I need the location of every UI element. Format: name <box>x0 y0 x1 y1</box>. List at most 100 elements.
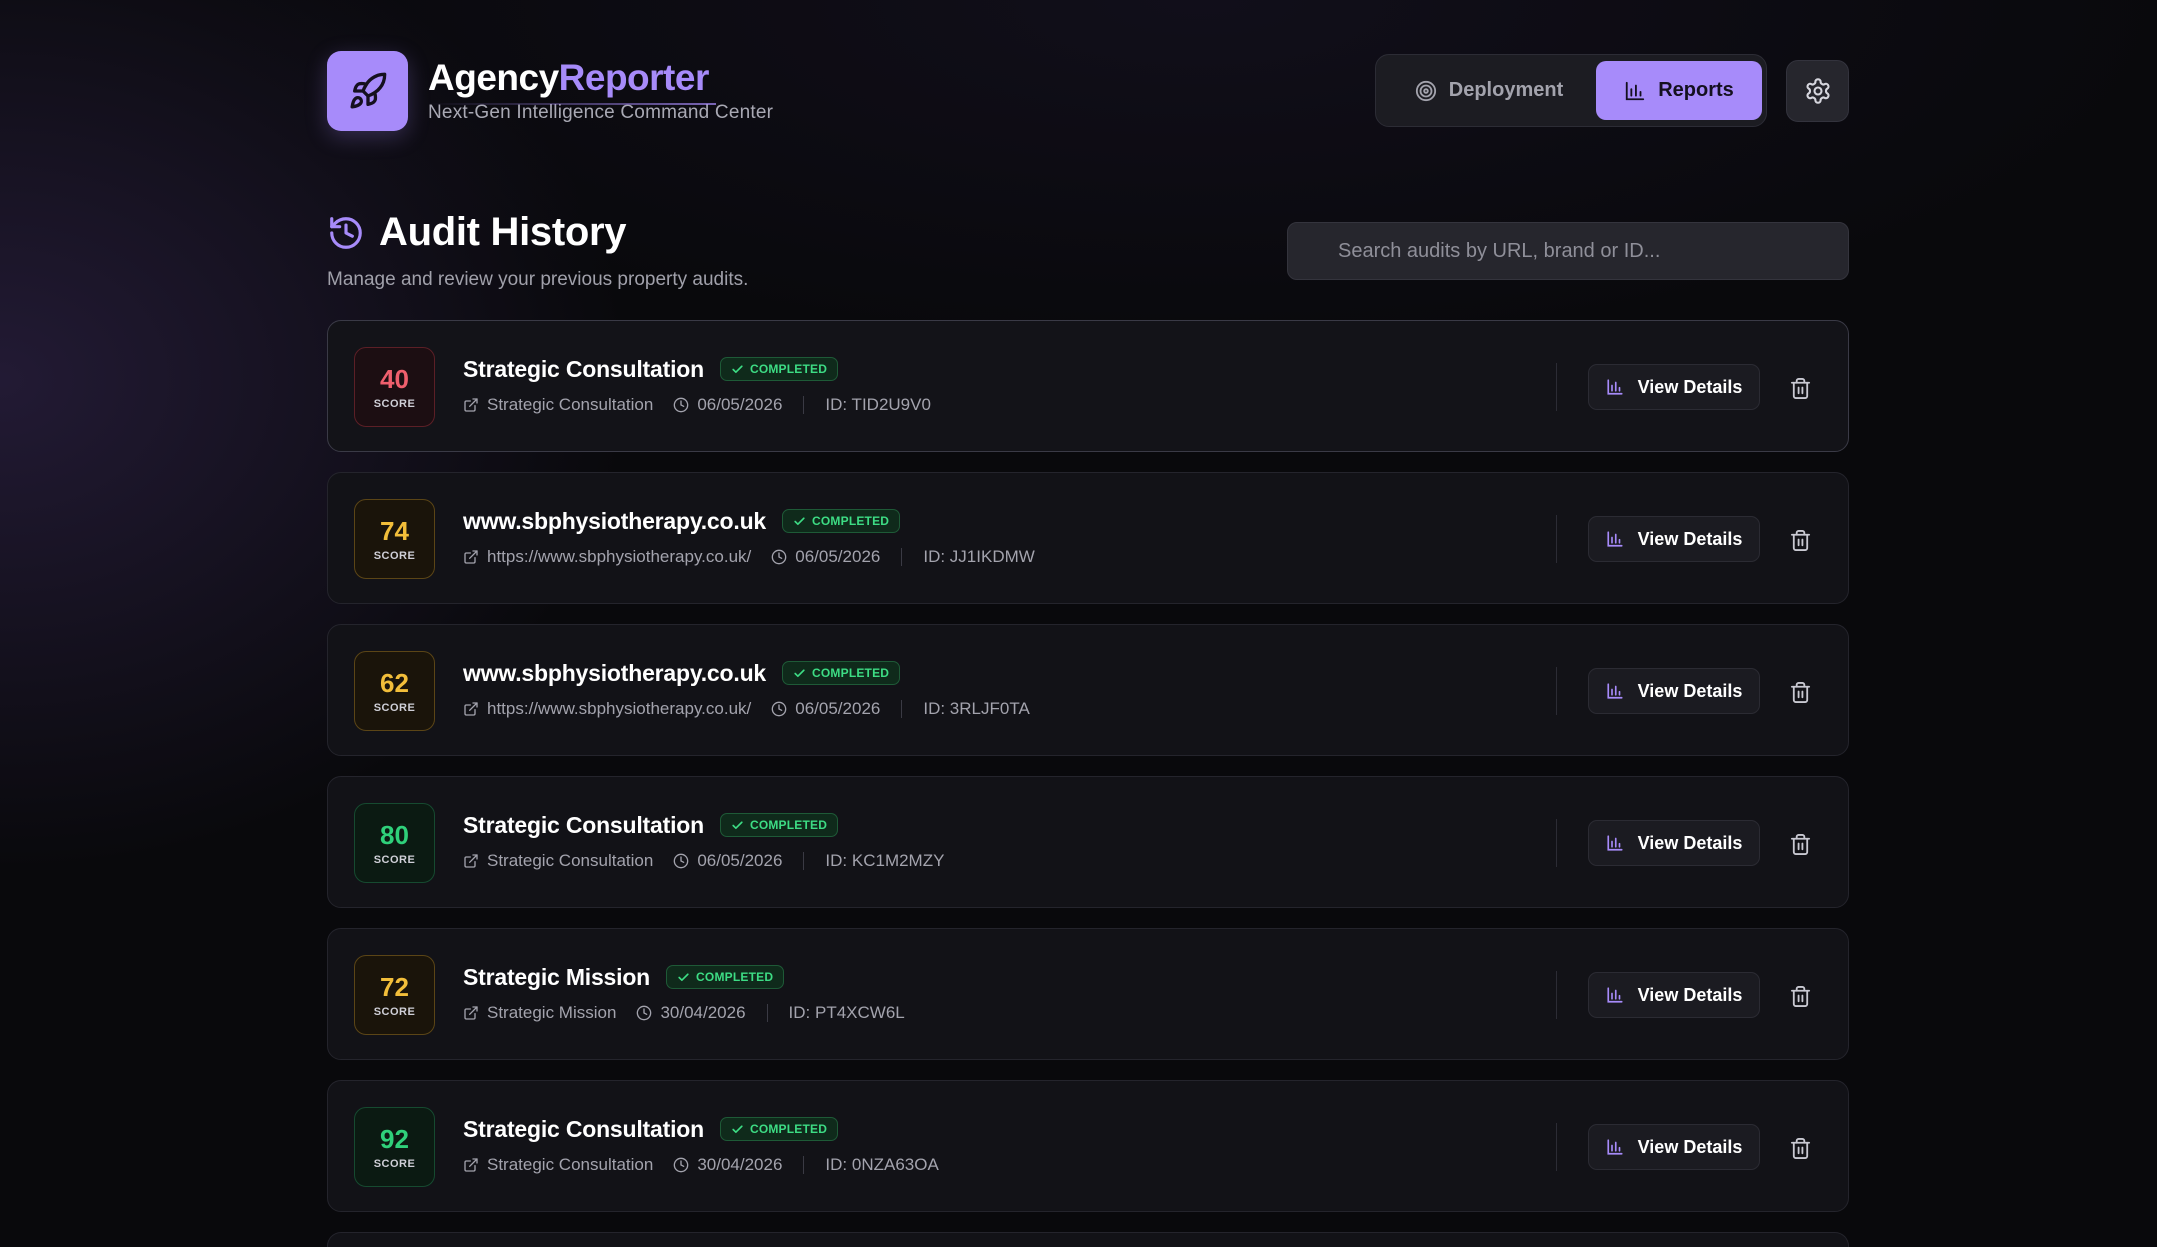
status-badge: COMPLETED <box>719 357 839 381</box>
audit-date-text: 30/04/2026 <box>697 1155 783 1174</box>
audit-info: Strategic Mission COMPLETED Strategic Mi… <box>463 962 905 1025</box>
score-label: SCORE <box>373 397 416 410</box>
tab-reports-label: Reports <box>1658 79 1734 101</box>
trash-icon <box>1789 377 1812 400</box>
status-text: COMPLETED <box>749 1122 828 1136</box>
bar-chart-icon <box>1606 530 1624 548</box>
clock-icon <box>673 853 689 869</box>
clock-icon <box>771 549 787 565</box>
score-label: SCORE <box>373 1157 416 1170</box>
delete-button[interactable] <box>1780 520 1820 560</box>
audit-date-text: 06/05/2026 <box>795 547 881 566</box>
score-value: 40 <box>380 363 409 394</box>
view-details-button[interactable]: View Details <box>1588 972 1760 1018</box>
audit-source[interactable]: Strategic Consultation <box>463 851 653 871</box>
view-details-label: View Details <box>1637 528 1743 549</box>
audit-meta: Strategic Consultation 30/04/2026 ID: 0N… <box>463 1153 939 1177</box>
brand-name-part1: Agency <box>428 57 559 98</box>
status-text: COMPLETED <box>812 514 890 528</box>
delete-button[interactable] <box>1780 1128 1820 1168</box>
tab-deployment[interactable]: Deployment <box>1384 61 1594 120</box>
audit-source[interactable]: https://www.sbphysiotherapy.co.uk/ <box>463 699 751 719</box>
target-icon <box>1415 80 1437 102</box>
score-badge: 92 SCORE <box>354 1107 435 1187</box>
view-details-button[interactable]: View Details <box>1588 668 1760 714</box>
audit-source[interactable]: https://www.sbphysiotherapy.co.uk/ <box>463 547 751 567</box>
external-link-icon <box>463 549 479 565</box>
audit-info: www.sbphysiotherapy.co.uk COMPLETED http… <box>463 506 1035 569</box>
view-details-button[interactable]: View Details <box>1588 820 1760 866</box>
card-divider <box>1556 971 1557 1019</box>
audit-info: Strategic Consultation COMPLETED Strateg… <box>463 810 944 873</box>
bar-chart-icon <box>1606 986 1624 1004</box>
audit-title: Strategic Mission <box>463 963 651 990</box>
delete-button[interactable] <box>1780 824 1820 864</box>
app-header: AgencyReporter Next-Gen Intelligence Com… <box>327 50 1849 132</box>
audit-info: www.sbphysiotherapy.co.uk COMPLETED http… <box>463 658 1030 721</box>
app-tagline: Next-Gen Intelligence Command Center <box>428 102 774 123</box>
view-details-label: View Details <box>1637 984 1743 1005</box>
score-badge: 62 SCORE <box>354 651 435 731</box>
app-logo[interactable] <box>327 51 408 131</box>
app-title: AgencyReporter <box>428 56 773 100</box>
audit-source-text: Strategic Consultation <box>487 395 654 414</box>
audit-title: Strategic Consultation <box>463 355 704 382</box>
delete-button[interactable] <box>1780 672 1820 712</box>
delete-button[interactable] <box>1780 368 1820 408</box>
brand-name-part2: Reporter <box>558 57 710 98</box>
audit-meta: Strategic Consultation 06/05/2026 ID: KC… <box>463 849 944 873</box>
audit-title-row: www.sbphysiotherapy.co.uk COMPLETED <box>463 658 1030 688</box>
trash-icon <box>1789 681 1812 704</box>
brand-block: AgencyReporter Next-Gen Intelligence Com… <box>428 56 773 124</box>
search-input[interactable] <box>1288 223 1848 279</box>
external-link-icon <box>463 853 479 869</box>
score-label: SCORE <box>373 1005 416 1018</box>
audit-source-text: Strategic Consultation <box>487 851 654 870</box>
audit-list: 40 SCORE Strategic Consultation COMPLETE… <box>327 320 1849 1247</box>
audit-meta: https://www.sbphysiotherapy.co.uk/ 06/05… <box>463 697 1030 721</box>
score-badge: 80 SCORE <box>354 803 435 883</box>
trash-icon <box>1789 529 1812 552</box>
audit-title-row: Strategic Mission COMPLETED <box>463 962 905 992</box>
status-badge: COMPLETED <box>719 813 839 837</box>
audit-source[interactable]: Strategic Consultation <box>463 1155 653 1175</box>
audit-id: ID: KC1M2MZY <box>825 851 945 870</box>
check-icon <box>677 971 690 984</box>
audit-id: ID: PT4XCW6L <box>788 1003 905 1022</box>
audit-meta: Strategic Mission 30/04/2026 ID: PT4XCW6… <box>463 1001 905 1025</box>
status-text: COMPLETED <box>749 362 828 376</box>
external-link-icon <box>463 1157 479 1173</box>
view-details-button[interactable]: View Details <box>1588 364 1760 410</box>
main-nav: Deployment Reports <box>1375 54 1767 127</box>
audit-title: www.sbphysiotherapy.co.uk <box>463 507 767 534</box>
audit-date-text: 06/05/2026 <box>697 395 783 414</box>
score-badge: 74 SCORE <box>354 499 435 579</box>
score-value: 72 <box>380 971 409 1002</box>
settings-button[interactable] <box>1786 60 1849 122</box>
audit-date: 30/04/2026 <box>636 1003 746 1023</box>
tab-reports[interactable]: Reports <box>1596 61 1762 120</box>
audit-source[interactable]: Strategic Consultation <box>463 395 653 415</box>
tab-deployment-label: Deployment <box>1448 79 1564 101</box>
score-value: 74 <box>380 515 409 546</box>
bar-chart-icon <box>1606 682 1624 700</box>
bar-chart-icon <box>1606 834 1624 852</box>
audit-card: 40 SCORE Strategic Consultation COMPLETE… <box>327 320 1849 452</box>
check-icon <box>793 515 806 528</box>
audit-id: ID: 3RLJF0TA <box>923 699 1030 718</box>
audit-card: 74 SCORE www.sbphysiotherapy.co.uk COMPL… <box>327 472 1849 604</box>
audit-meta: Strategic Consultation 06/05/2026 ID: TI… <box>463 393 931 417</box>
view-details-button[interactable]: View Details <box>1588 1124 1760 1170</box>
card-divider <box>1556 1123 1557 1171</box>
delete-button[interactable] <box>1780 976 1820 1016</box>
view-details-button[interactable]: View Details <box>1588 516 1760 562</box>
audit-source[interactable]: Strategic Mission <box>463 1003 616 1023</box>
audit-card: 72 SCORE Strategic Mission COMPLETED Str… <box>327 928 1849 1060</box>
card-divider <box>1556 819 1557 867</box>
clock-icon <box>673 397 689 413</box>
clock-icon <box>771 701 787 717</box>
score-badge: 40 SCORE <box>354 347 435 427</box>
status-badge: COMPLETED <box>719 1117 839 1141</box>
trash-icon <box>1789 833 1812 856</box>
audit-title: Strategic Consultation <box>463 811 704 838</box>
